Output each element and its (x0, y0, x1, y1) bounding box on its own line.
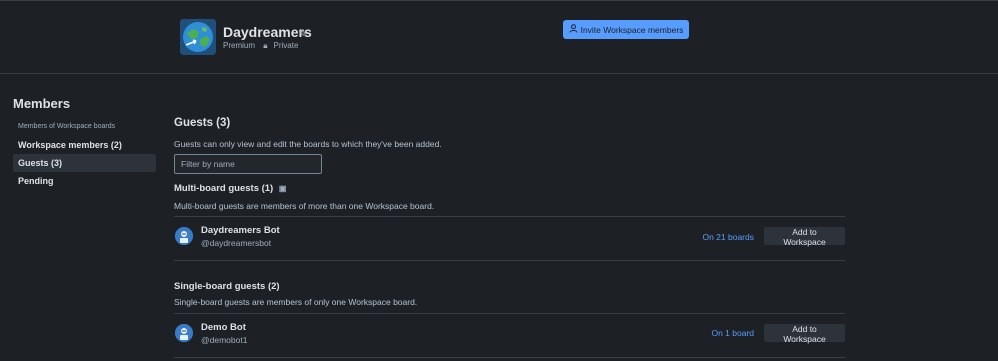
single-board-description: Single-board guests are members of only … (174, 297, 418, 307)
filter-by-name-input[interactable] (174, 154, 322, 174)
sidebar-item-pending[interactable]: Pending (13, 172, 156, 190)
workspace-header: Daydreamers ✎ Premium 🔒︎ Private Invite W… (0, 0, 998, 74)
avatar[interactable] (175, 324, 193, 342)
divider (174, 313, 845, 314)
workspace-meta: Premium 🔒︎ Private (223, 41, 304, 51)
guests-description: Guests can only view and edit the boards… (174, 139, 442, 149)
edit-pencil-icon[interactable]: ✎ (298, 27, 307, 40)
add-to-workspace-button[interactable]: Add to Workspace (764, 324, 845, 344)
invite-members-button[interactable]: Invite Workspace members (563, 20, 689, 39)
multi-board-description: Multi-board guests are members of more t… (174, 201, 435, 211)
divider (174, 357, 845, 358)
guests-heading: Guests (3) (174, 117, 231, 129)
divider (174, 216, 845, 217)
sidebar-item-guests[interactable]: Guests (3) (13, 154, 156, 172)
plan-label: Premium (223, 41, 256, 50)
members-sidebar: Members Members of Workspace boards Work… (13, 96, 156, 190)
board-info-icon[interactable]: ▣ (279, 184, 287, 193)
invite-button-label: Invite Workspace members (580, 24, 684, 35)
member-name: Daydreamers Bot (201, 225, 280, 236)
sidebar-item-members-of-boards[interactable]: Members of Workspace boards (13, 118, 156, 136)
divider (174, 260, 845, 261)
single-board-guests-heading: Single-board guests (2) (174, 281, 280, 292)
avatar[interactable] (175, 227, 193, 245)
workspace-logo (180, 19, 216, 55)
sidebar-title: Members (13, 96, 71, 111)
visibility-label: Private (273, 41, 299, 50)
member-name: Demo Bot (201, 322, 246, 333)
multi-board-title: Multi-board guests (1) (174, 183, 274, 194)
person-add-icon (568, 24, 578, 35)
member-handle: @daydreamersbot (201, 238, 272, 248)
member-handle: @demobot1 (201, 335, 248, 345)
boards-count-link[interactable]: On 21 boards (690, 232, 754, 242)
multi-board-guests-heading: Multi-board guests (1) ▣ (174, 183, 286, 194)
boards-count-link[interactable]: On 1 board (690, 328, 754, 338)
sidebar-item-workspace-members[interactable]: Workspace members (2) (13, 136, 156, 154)
add-to-workspace-button[interactable]: Add to Workspace (764, 227, 845, 247)
lock-icon: 🔒︎ (263, 41, 268, 50)
